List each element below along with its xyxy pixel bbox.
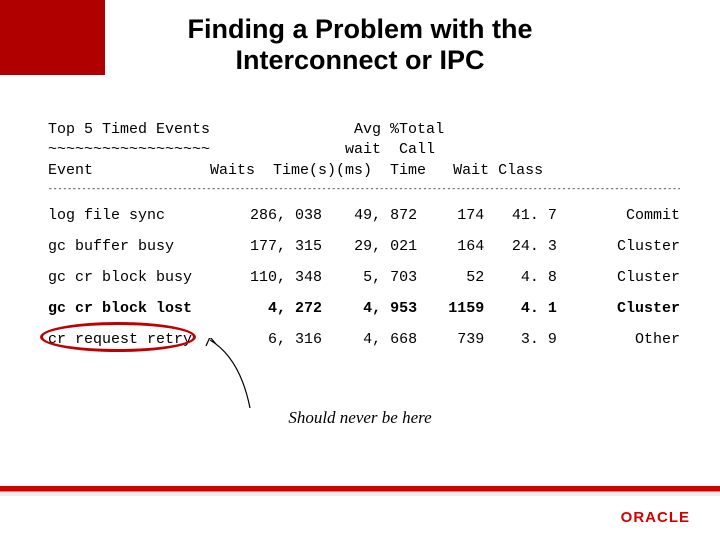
cell-pct: 41. 7 — [484, 200, 557, 231]
table-row: gc cr block busy110, 3485, 703524. 8Clus… — [48, 262, 680, 293]
cell-waits: 110, 348 — [227, 262, 322, 293]
cell-class: Cluster — [557, 293, 680, 324]
page-title: Finding a Problem with the Interconnect … — [0, 14, 720, 76]
cell-times: 4, 668 — [322, 324, 417, 355]
cell-class: Other — [557, 324, 680, 355]
cell-ms: 174 — [417, 200, 484, 231]
cell-pct: 3. 9 — [484, 324, 557, 355]
cell-class: Cluster — [557, 231, 680, 262]
table-row: log file sync286, 03849, 87217441. 7Comm… — [48, 200, 680, 231]
cell-pct: 4. 8 — [484, 262, 557, 293]
cell-waits: 4, 272 — [227, 293, 322, 324]
title-line-1: Finding a Problem with the — [187, 14, 532, 44]
header-line-2: ~~~~~~~~~~~~~~~~~~ wait Call — [48, 140, 680, 160]
cell-waits: 177, 315 — [227, 231, 322, 262]
cell-ms: 739 — [417, 324, 484, 355]
cell-times: 29, 021 — [322, 231, 417, 262]
cell-class: Cluster — [557, 262, 680, 293]
cell-pct: 4. 1 — [484, 293, 557, 324]
cell-times: 49, 872 — [322, 200, 417, 231]
highlight-oval — [40, 322, 196, 352]
cell-event: gc buffer busy — [48, 231, 227, 262]
cell-class: Commit — [557, 200, 680, 231]
cell-pct: 24. 3 — [484, 231, 557, 262]
cell-event: log file sync — [48, 200, 227, 231]
header-line-3: Event Waits Time(s)(ms) Time Wait Class — [48, 161, 680, 181]
cell-ms: 52 — [417, 262, 484, 293]
cell-times: 5, 703 — [322, 262, 417, 293]
cell-times: 4, 953 — [322, 293, 417, 324]
cell-waits: 286, 038 — [227, 200, 322, 231]
table-row: gc cr block lost4, 2724, 95311594. 1Clus… — [48, 293, 680, 324]
brand-logo: ORACLE — [621, 509, 690, 526]
footer-bar — [0, 486, 720, 496]
report-block: Top 5 Timed Events Avg %Total ~~~~~~~~~~… — [48, 120, 680, 355]
separator: ----------------------------------------… — [48, 185, 680, 194]
arrow-icon — [200, 338, 280, 418]
table-row: gc buffer busy177, 31529, 02116424. 3Clu… — [48, 231, 680, 262]
cell-ms: 164 — [417, 231, 484, 262]
cell-event: gc cr block lost — [48, 293, 227, 324]
cell-ms: 1159 — [417, 293, 484, 324]
header-line-1: Top 5 Timed Events Avg %Total — [48, 120, 680, 140]
cell-event: gc cr block busy — [48, 262, 227, 293]
title-line-2: Interconnect or IPC — [235, 45, 484, 75]
annotation-text: Should never be here — [0, 408, 720, 428]
